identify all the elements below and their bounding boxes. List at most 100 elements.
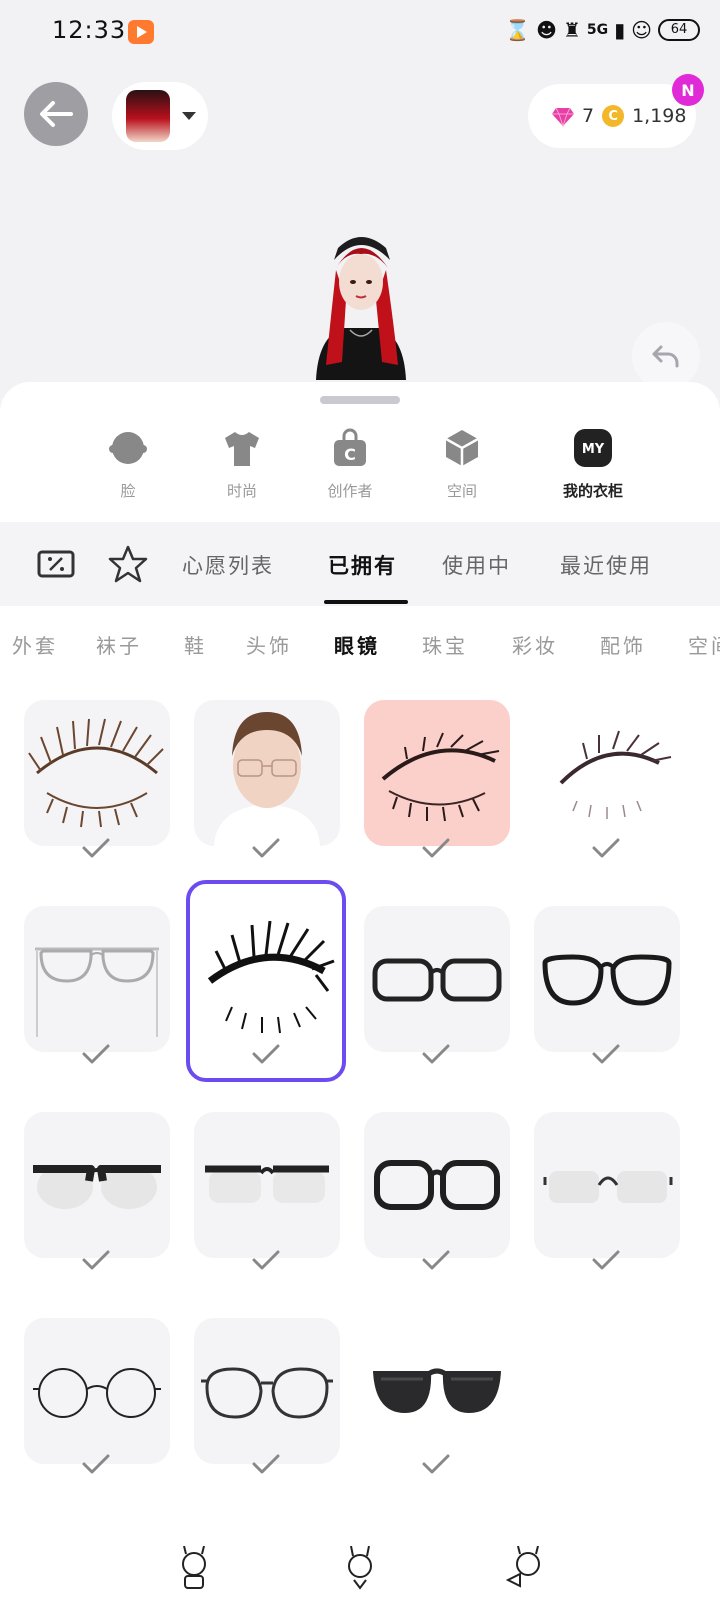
tab-creator[interactable]: C 创作者 [310,428,390,501]
avatar [126,90,170,142]
rimless-glasses-icon [543,1171,673,1203]
tab-in-use[interactable]: 使用中 [442,550,511,580]
owned-check-icon [82,1250,110,1270]
owned-check-icon [592,1250,620,1270]
arrow-left-icon [40,101,73,127]
tab-label: 我的衣柜 [562,482,623,500]
status-bar: 12:33 ⌛ ☻ ♜ 5G ▮ ☺ 64 [0,0,720,66]
robot-icon: ♜ [562,18,581,42]
video-app-icon [128,20,154,44]
undo-button[interactable] [632,322,700,390]
owned-check-icon [252,838,280,858]
tab-label: 脸 [120,482,136,500]
half-rim-glasses-icon [205,1165,329,1203]
tab-my-closet[interactable]: MY 我的衣柜 [546,428,640,501]
type-space[interactable]: 空间 [688,630,720,659]
eyelash-icon [28,718,164,828]
item-eyelash-dark-fade[interactable] [534,700,680,846]
item-glasses-clear-bridge[interactable] [534,1112,680,1258]
avatar-character [316,237,406,380]
type-headwear[interactable]: 头饰 [246,630,292,659]
item-glasses-on-avatar[interactable] [194,700,340,846]
eyelash-icon [207,920,335,1034]
wayfarer-glasses-icon [374,1160,500,1210]
item-sunglasses-black[interactable] [364,1318,510,1464]
eyelash-icon [381,732,500,822]
sheet-handle[interactable] [320,396,400,404]
coin-count: 1,198 [632,105,687,127]
space-cube-icon [445,430,479,466]
tab-face[interactable]: 脸 [88,428,168,501]
network-label: 5G [586,22,609,38]
type-glasses[interactable]: 眼镜 [334,630,380,659]
tab-wishlist[interactable]: 心愿列表 [182,550,274,580]
item-glasses-rect-black[interactable] [364,906,510,1052]
character-icon: ☻ [536,18,557,42]
undo-icon [652,345,679,368]
svg-text:C: C [344,445,356,464]
currency-panel[interactable]: 7 C 1,198 [528,84,696,148]
owned-check-icon [422,838,450,858]
item-glasses-round-metal[interactable] [194,1318,340,1464]
category-tabs: 脸 时尚 C 创作者 空间 MY 我的衣柜 [0,428,720,508]
my-badge-text: MY [582,442,605,457]
active-tab-indicator [324,600,408,604]
system-nav-bar [0,1546,720,1596]
coupon-icon[interactable] [36,544,76,584]
item-glasses-round-thin[interactable] [24,1318,170,1464]
item-glasses-aviator-silver[interactable] [24,906,170,1052]
eyelash-icon [559,730,672,819]
tab-label: 时尚 [226,482,257,500]
type-shoes[interactable]: 鞋 [184,630,207,659]
avatar-glasses-preview-icon [214,712,320,846]
round-metal-glasses-icon [201,1367,333,1419]
owned-check-icon [422,1250,450,1270]
diamond-icon [552,107,574,127]
tab-owned[interactable]: 已拥有 [328,550,397,580]
avatar-selector[interactable] [112,82,208,150]
coin-icon: C [602,105,625,127]
browline-glasses-icon [33,1165,161,1209]
status-time: 12:33 [52,16,127,44]
face-icon: ☺ [631,18,652,42]
tab-recent[interactable]: 最近使用 [560,550,652,580]
creator-bag-icon: C [334,428,366,466]
type-coat[interactable]: 外套 [12,630,58,659]
signal-icon: ▮ [614,18,626,42]
owned-check-icon [252,1044,280,1064]
type-makeup[interactable]: 彩妆 [512,630,558,659]
round-glasses-icon [542,954,672,1006]
diamond-count: 7 [582,105,595,127]
owned-check-icon [592,838,620,858]
item-eyelash-brown[interactable] [24,700,170,846]
tab-label: 创作者 [327,482,373,500]
tab-space[interactable]: 空间 [422,428,502,501]
star-icon[interactable] [108,544,148,584]
owned-check-icon [422,1454,450,1474]
item-eyelash-pink-bg[interactable] [364,700,510,846]
item-glasses-round-black[interactable] [534,906,680,1052]
round-wire-glasses-icon [33,1368,161,1418]
owned-check-icon [82,1454,110,1474]
item-glasses-browline-black[interactable] [24,1112,170,1258]
rectangle-glasses-icon [372,958,502,1002]
owned-check-icon [422,1044,450,1064]
status-icons: ⌛ ☻ ♜ 5G ▮ ☺ 64 [505,18,700,42]
item-type-tabs: 外套 袜子 鞋 头饰 眼镜 珠宝 彩妆 配饰 空间 [0,612,720,672]
owned-check-icon [82,838,110,858]
item-glasses-wayfarer-black[interactable] [364,1112,510,1258]
back-button[interactable] [24,82,88,146]
type-accessory[interactable]: 配饰 [600,630,646,659]
home-icon[interactable] [340,1546,380,1590]
back-nav-icon[interactable] [506,1546,546,1590]
tab-label: 空间 [446,482,477,500]
face-icon [109,432,147,464]
type-jewelry[interactable]: 珠宝 [422,630,468,659]
recent-apps-icon[interactable] [174,1546,214,1590]
my-closet-icon: MY [574,429,612,467]
item-glasses-half-rim-black[interactable] [194,1112,340,1258]
battery-icon: 64 [658,19,700,41]
notification-badge[interactable]: N [672,74,704,106]
type-socks[interactable]: 袜子 [96,630,142,659]
tab-fashion[interactable]: 时尚 [202,428,282,501]
